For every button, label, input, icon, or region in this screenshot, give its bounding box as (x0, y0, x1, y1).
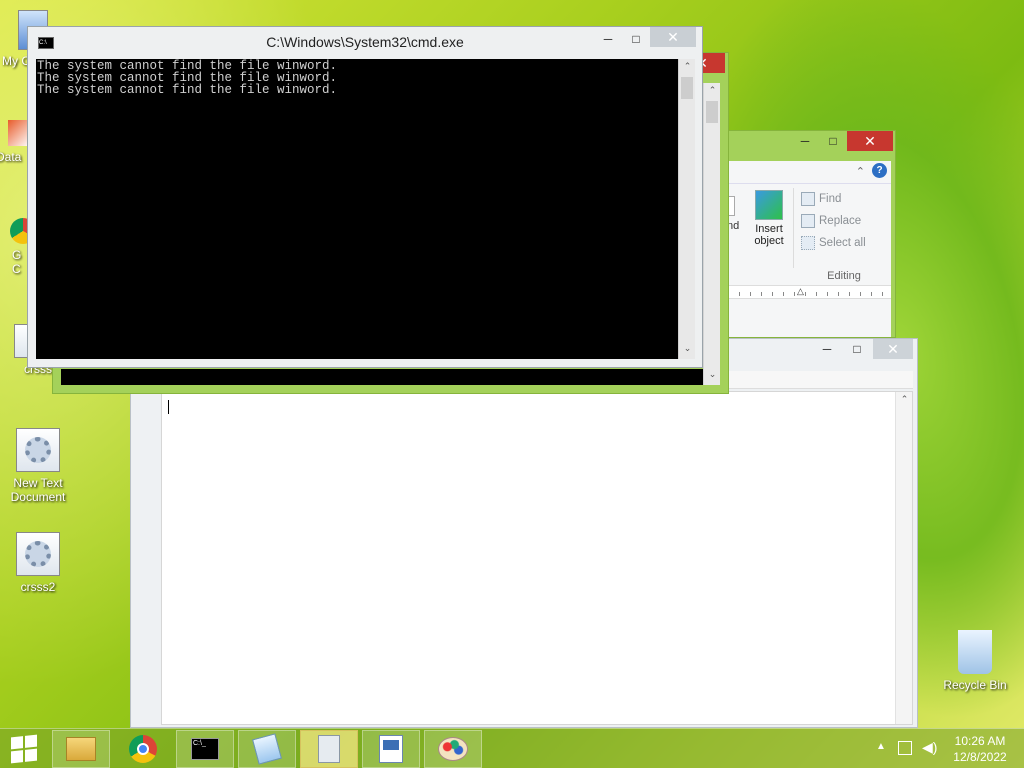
cmd-icon: C:\_ (191, 738, 219, 760)
ribbon-window-close-button[interactable]: ✕ (847, 131, 893, 151)
replace-button[interactable]: Replace (801, 210, 866, 232)
wordpad-ribbon-window: ─ □ ✕ ⌃ ? nd Insert object Find Replace … (724, 130, 896, 338)
select-all-button[interactable]: Select all (801, 232, 866, 254)
cmd-title-bar[interactable]: C:\ C:\Windows\System32\cmd.exe ─ □ ✕ (28, 27, 702, 55)
taskbar-notepad[interactable] (238, 730, 296, 768)
wordpad-icon (379, 735, 403, 763)
network-icon[interactable] (898, 741, 912, 755)
ribbon-collapse-icon[interactable]: ⌃ (856, 165, 865, 178)
cmd-close-button[interactable]: ✕ (650, 27, 696, 47)
notepad-vertical-scrollbar[interactable]: ⌃ (895, 392, 912, 724)
ruler-indent-marker[interactable]: △ (797, 286, 804, 297)
notepad-text-area[interactable]: ⌃ (161, 391, 913, 725)
find-label: Find (819, 193, 842, 205)
volume-icon[interactable]: ◀) (922, 739, 937, 756)
scroll-up-icon[interactable]: ⌃ (896, 394, 913, 408)
taskbar-file-explorer[interactable] (52, 730, 110, 768)
start-button[interactable] (0, 730, 48, 768)
select-all-label: Select all (819, 237, 866, 249)
wordpad-console-strip (61, 369, 703, 385)
insert-object-button[interactable]: Insert object (749, 190, 789, 247)
recycle-bin-icon (958, 630, 992, 674)
calculator-icon (318, 735, 340, 763)
find-button[interactable]: Find (801, 188, 866, 210)
desktop-icon-label: New Text Document (10, 476, 66, 504)
select-all-icon (801, 236, 815, 250)
notepad-icon (252, 733, 282, 765)
console-line: The system cannot find the file winword. (37, 83, 338, 97)
clock[interactable]: 10:26 AM 12/8/2022 (944, 733, 1016, 765)
cmd-console-output[interactable]: The system cannot find the file winword.… (36, 59, 678, 359)
folder-icon (66, 737, 96, 761)
insert-object-icon (755, 190, 783, 220)
notepad-minimize-button[interactable]: ─ (813, 339, 841, 359)
binoculars-icon (801, 192, 815, 206)
scroll-down-icon[interactable]: ⌄ (679, 343, 696, 357)
scroll-up-icon[interactable]: ⌃ (704, 85, 721, 99)
scroll-thumb[interactable] (681, 77, 693, 99)
replace-label: Replace (819, 215, 862, 227)
windows-logo-icon (11, 734, 37, 764)
notepad-maximize-button[interactable]: □ (843, 339, 871, 359)
paint-palette-icon (438, 737, 468, 761)
notepad-close-button[interactable]: ✕ (873, 339, 913, 359)
chrome-icon (129, 735, 157, 763)
desktop-icon-crsss2[interactable]: crsss2 (0, 532, 76, 594)
ribbon-home-tab: nd Insert object Find Replace Select all… (727, 183, 891, 282)
taskbar: C:\_ ▲ ◀) 10:26 AM 12/8/2022 (0, 728, 1024, 768)
ruler: △ (729, 285, 891, 299)
insert-object-label: Insert object (754, 223, 784, 247)
clock-time: 10:26 AM (954, 734, 1006, 748)
ribbon-panel: ⌃ ? nd Insert object Find Replace Select… (727, 161, 891, 337)
scroll-down-icon[interactable]: ⌄ (704, 369, 721, 383)
ribbon-separator (793, 188, 794, 268)
ribbon-window-maximize-button[interactable]: □ (819, 131, 847, 151)
gear-doc-icon (16, 428, 60, 472)
cmd-window: C:\ C:\Windows\System32\cmd.exe ─ □ ✕ Th… (27, 26, 703, 368)
taskbar-wordpad[interactable] (362, 730, 420, 768)
taskbar-cmd[interactable]: C:\_ (176, 730, 234, 768)
help-icon[interactable]: ? (872, 163, 887, 178)
editing-group: Find Replace Select all (801, 188, 866, 254)
scroll-up-icon[interactable]: ⌃ (679, 61, 696, 75)
clock-date: 12/8/2022 (953, 750, 1007, 764)
replace-icon (801, 214, 815, 228)
gear-doc-icon (16, 532, 60, 576)
taskbar-calculator[interactable] (300, 730, 358, 768)
scroll-thumb[interactable] (706, 101, 718, 123)
desktop-icon-recycle-bin[interactable]: Recycle Bin (937, 630, 1013, 692)
desktop-icon-label: Recycle Bin (943, 678, 1007, 692)
editing-group-label: Editing (827, 270, 861, 282)
desktop-icon-label: crsss2 (20, 580, 56, 594)
text-cursor (168, 400, 169, 414)
wordpad-vertical-scrollbar[interactable]: ⌃ ⌄ (703, 83, 720, 385)
tray-overflow-icon[interactable]: ▲ (876, 741, 886, 752)
ribbon-window-minimize-button[interactable]: ─ (791, 131, 819, 151)
taskbar-chrome[interactable] (114, 730, 172, 768)
desktop-icon-new-text-document[interactable]: New Text Document (0, 428, 76, 504)
cmd-vertical-scrollbar[interactable]: ⌃ ⌄ (678, 59, 695, 359)
notepad-window: ─ □ ✕ ⌃ (130, 338, 918, 728)
taskbar-paint[interactable] (424, 730, 482, 768)
cmd-maximize-button[interactable]: □ (622, 29, 650, 49)
cmd-minimize-button[interactable]: ─ (594, 29, 622, 49)
